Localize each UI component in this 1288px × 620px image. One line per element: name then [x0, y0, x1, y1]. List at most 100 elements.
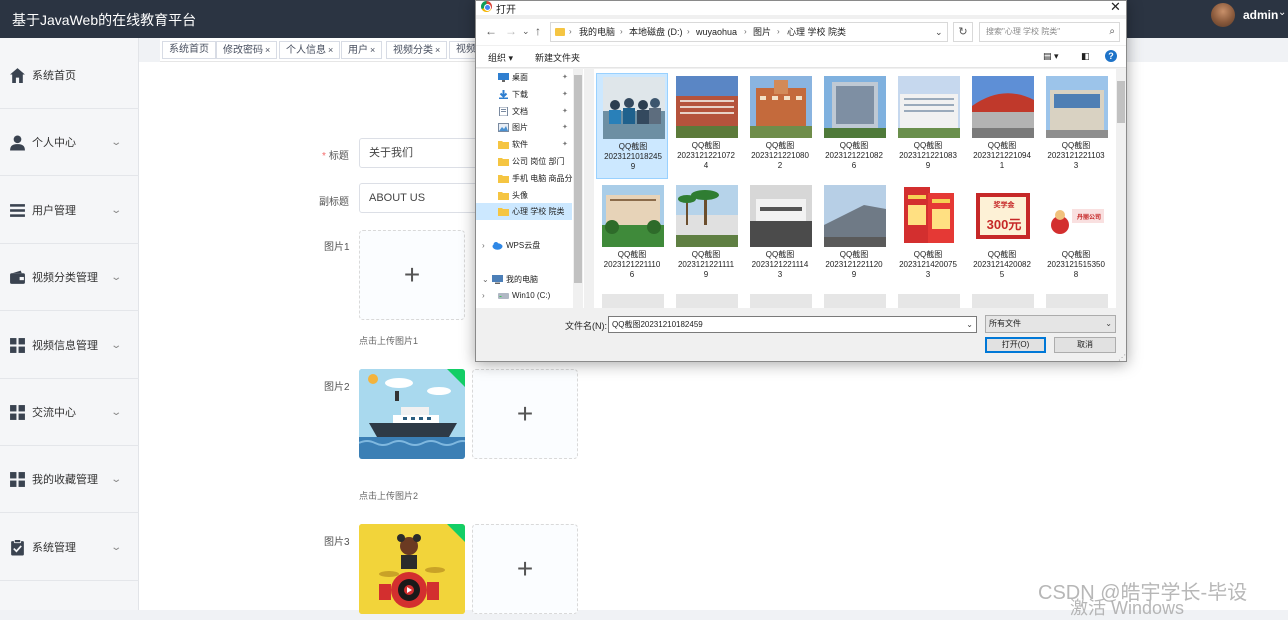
tree-scrollbar-thumb[interactable]: [574, 75, 582, 283]
avatar[interactable]: [1211, 3, 1235, 27]
image1-upload[interactable]: +: [359, 230, 465, 320]
tab-home[interactable]: 系统首页: [162, 41, 216, 59]
close-icon[interactable]: ×: [265, 45, 270, 55]
tree-item[interactable]: 公司 岗位 部门: [476, 153, 572, 170]
image2-preview[interactable]: [359, 369, 465, 459]
chevron-right-icon[interactable]: ›: [482, 237, 485, 254]
file-item[interactable]: 丹丽公司 QQ截图 2023121515350 8: [1040, 182, 1112, 288]
tree-item[interactable]: 手机 电脑 商品分: [476, 170, 572, 187]
file-item[interactable]: QQ截图 2023121221094 1: [966, 73, 1038, 179]
address-dropdown-icon[interactable]: ⌄: [935, 23, 943, 41]
file-item[interactable]: 奖学金 300元 QQ截图 2023121420082 5: [966, 182, 1038, 288]
title-input[interactable]: 关于我们: [359, 138, 489, 168]
file-item[interactable]: [818, 291, 890, 308]
tree-item[interactable]: 头像: [476, 187, 572, 204]
tree-item[interactable]: 图片 ✦: [476, 119, 572, 136]
filename-dropdown-icon[interactable]: ⌄: [966, 317, 973, 332]
breadcrumb-separator: ›: [620, 27, 623, 36]
tree-item[interactable]: › 本地磁盘 (D:): [476, 304, 572, 308]
refresh-icon[interactable]: ↻: [953, 22, 973, 42]
tree-item[interactable]: › Win10 (C:): [476, 287, 572, 304]
file-item[interactable]: QQ截图 2023121221082 6: [818, 73, 890, 179]
subtitle-input[interactable]: ABOUT US: [359, 183, 489, 213]
file-grid-scrollbar[interactable]: [1116, 69, 1126, 308]
address-bar[interactable]: › 我的电脑 › 本地磁盘 (D:) › wuyaohua › 图片 › 心理 …: [550, 22, 948, 42]
folder-icon: [498, 191, 509, 200]
close-icon[interactable]: ×: [435, 45, 440, 55]
sidebar-item-video-category[interactable]: 视频分类管理 ⌄: [0, 244, 139, 311]
breadcrumb-item[interactable]: 图片: [753, 23, 771, 41]
close-icon[interactable]: ×: [370, 45, 375, 55]
file-item[interactable]: QQ截图 2023121420075 3: [892, 182, 964, 288]
file-grid-scrollbar-thumb[interactable]: [1117, 81, 1125, 123]
tree-item[interactable]: 软件 ✦: [476, 136, 572, 153]
open-button[interactable]: 打开(O): [985, 337, 1046, 353]
tree-item[interactable]: › WPS云盘: [476, 237, 572, 254]
image3-upload[interactable]: +: [472, 524, 578, 614]
user-menu-caret-icon[interactable]: ⌄: [1278, 7, 1286, 18]
help-icon[interactable]: ?: [1105, 50, 1117, 62]
cancel-button[interactable]: 取消: [1054, 337, 1116, 353]
tree-item[interactable]: ⌄ 我的电脑: [476, 271, 572, 288]
scholarship-text: 奖学金: [993, 202, 1015, 209]
file-item[interactable]: [966, 291, 1038, 308]
preview-pane-icon[interactable]: ◧: [1081, 51, 1090, 62]
sidebar-item-exchange-center[interactable]: 交流中心 ⌄: [0, 379, 139, 446]
filetype-select[interactable]: 所有文件 ⌄: [985, 315, 1116, 333]
file-item[interactable]: QQ截图 2023121221080 2: [744, 73, 816, 179]
tab-video-category[interactable]: 视频分类 ×: [386, 41, 448, 59]
resize-grip-icon[interactable]: ⋰: [1118, 353, 1126, 362]
chevron-right-icon[interactable]: ›: [482, 287, 485, 304]
forward-arrow-icon[interactable]: →: [505, 24, 517, 38]
sidebar-item-user-management[interactable]: 用户管理 ⌄: [0, 177, 139, 244]
file-item[interactable]: [596, 291, 668, 308]
tree-scrollbar[interactable]: [573, 69, 583, 308]
image3-preview[interactable]: [359, 524, 465, 614]
sidebar-item-home[interactable]: 系统首页: [0, 42, 139, 109]
file-item[interactable]: QQ截图 2023121221072 4: [670, 73, 742, 179]
back-arrow-icon[interactable]: ←: [485, 24, 497, 38]
sidebar-item-video-info[interactable]: 视频信息管理 ⌄: [0, 312, 139, 379]
chevron-right-icon[interactable]: ›: [482, 304, 485, 308]
file-item[interactable]: QQ截图 2023121221111 9: [670, 182, 742, 288]
tree-item[interactable]: 桌面 ✦: [476, 69, 572, 86]
tab-label: 视频分类: [393, 45, 433, 56]
sidebar-item-label: 视频信息管理: [32, 340, 98, 352]
file-item[interactable]: QQ截图 2023121018245 9: [596, 73, 668, 179]
new-folder-button[interactable]: 新建文件夹: [535, 51, 580, 64]
chevron-down-icon[interactable]: ⌄: [482, 271, 489, 288]
breadcrumb-item[interactable]: 心理 学校 院类: [787, 23, 846, 41]
breadcrumb-item[interactable]: wuyaohua: [696, 23, 737, 41]
organize-button[interactable]: 组织 ▾: [488, 51, 513, 64]
user-name[interactable]: admin: [1243, 8, 1278, 22]
breadcrumb-item[interactable]: 本地磁盘 (D:): [629, 23, 683, 41]
close-icon[interactable]: ×: [328, 45, 333, 55]
tab-users[interactable]: 用户 ×: [341, 41, 383, 59]
up-arrow-icon[interactable]: ↑: [535, 24, 541, 38]
file-item[interactable]: QQ截图 2023121221103 3: [1040, 73, 1112, 179]
navigation-tree: 桌面 ✦ 下载 ✦ 文档 ✦ 图片 ✦ 软件 ✦ 公司 岗位 部门 手机 电脑 商品分 头像 心理 学校 …: [476, 69, 584, 308]
file-item[interactable]: [1040, 291, 1112, 308]
sidebar-item-favorites[interactable]: 我的收藏管理 ⌄: [0, 446, 139, 513]
recent-dropdown-icon[interactable]: ⌄: [522, 26, 530, 37]
search-input[interactable]: 搜索"心理 学校 院类" ⌕: [979, 22, 1120, 42]
file-item[interactable]: [892, 291, 964, 308]
file-item[interactable]: [670, 291, 742, 308]
tree-item[interactable]: 下载 ✦: [476, 86, 572, 103]
image2-upload[interactable]: +: [472, 369, 578, 459]
sidebar-item-personal-center[interactable]: 个人中心 ⌄: [0, 109, 139, 176]
file-item[interactable]: QQ截图 2023121221114 3: [744, 182, 816, 288]
file-item[interactable]: QQ截图 2023121221083 9: [892, 73, 964, 179]
breadcrumb-item[interactable]: 我的电脑: [579, 23, 615, 41]
sidebar-item-system-management[interactable]: 系统管理 ⌄: [0, 514, 139, 581]
tab-personal-info[interactable]: 个人信息 ×: [279, 41, 341, 59]
file-item[interactable]: QQ截图 2023121221110 6: [596, 182, 668, 288]
close-icon[interactable]: ✕: [1110, 0, 1121, 15]
file-item[interactable]: QQ截图 2023121221120 9: [818, 182, 890, 288]
tree-item[interactable]: 文档 ✦: [476, 103, 572, 120]
tab-change-password[interactable]: 修改密码 ×: [216, 41, 278, 59]
filename-input[interactable]: QQ截图20231210182459 ⌄: [608, 316, 977, 333]
file-item[interactable]: [744, 291, 816, 308]
view-options-icon[interactable]: ▤ ▾: [1043, 51, 1059, 62]
tree-item[interactable]: 心理 学校 院类: [476, 203, 572, 221]
